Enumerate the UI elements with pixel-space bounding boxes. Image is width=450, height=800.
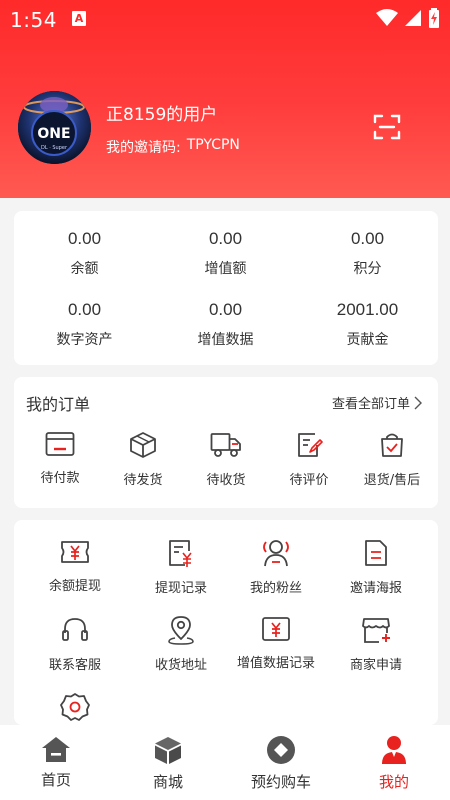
- user-icon: [382, 736, 406, 764]
- fans-icon: [263, 540, 289, 567]
- stat-value: 0.00: [350, 229, 385, 248]
- yuan-record-icon: [169, 540, 192, 567]
- username: 正8159的用户: [106, 105, 218, 125]
- wallet-icon: [45, 432, 75, 456]
- tool-shipping-address[interactable]: 收货地址: [128, 615, 234, 673]
- diamond-circle-icon: [267, 736, 295, 764]
- truck-icon: [210, 433, 241, 457]
- signal-icon: [405, 10, 421, 26]
- stat-added-value[interactable]: 0.00 增值额: [155, 229, 296, 278]
- settings-icon: [60, 693, 90, 721]
- review-icon: [298, 433, 323, 457]
- stat-label: 贡献金: [346, 332, 389, 348]
- stat-value: 0.00: [67, 300, 102, 319]
- scan-icon[interactable]: [373, 113, 401, 141]
- status-bar: 1:54 A: [0, 0, 450, 38]
- stat-value: 2001.00: [336, 300, 399, 319]
- yuan-ticket-icon: [61, 541, 89, 563]
- invite-code-row: 我的邀请码: TPYCPN: [106, 137, 240, 157]
- tab-home[interactable]: 首页: [0, 735, 112, 790]
- stat-digital-assets[interactable]: 0.00 数字资产: [14, 300, 155, 349]
- tab-reserve-car[interactable]: 预约购车: [225, 735, 337, 792]
- order-returns[interactable]: 退货/售后: [350, 431, 434, 488]
- tool-my-fans[interactable]: 我的粉丝: [223, 538, 329, 596]
- order-pending-shipment[interactable]: 待发货: [101, 431, 185, 488]
- headset-icon: [62, 618, 88, 641]
- order-label: 退货/售后: [363, 473, 421, 488]
- tool-withdraw-records[interactable]: 提现记录: [128, 538, 234, 596]
- status-icons: [376, 8, 440, 28]
- order-label: 待评价: [289, 473, 329, 488]
- tool-label: 收货地址: [154, 658, 207, 673]
- view-all-orders-label: 查看全部订单: [331, 397, 410, 412]
- tab-mall[interactable]: 商城: [112, 735, 224, 792]
- stat-added-data[interactable]: 0.00 增值数据: [155, 300, 296, 349]
- tool-label: 联系客服: [48, 658, 101, 673]
- tab-label: 商城: [152, 773, 183, 791]
- chevron-right-icon: [414, 396, 422, 409]
- tool-label: 商家申请: [349, 658, 402, 673]
- package-icon: [130, 432, 156, 458]
- bottom-tab-bar: 首页 商城 预约购车 我的: [0, 725, 450, 800]
- invite-label: 我的邀请码:: [106, 140, 181, 156]
- stats-card: 0.00 余额 0.00 增值额 0.00 积分 0.00 数字资产 0.00 …: [14, 211, 438, 365]
- status-time: 1:54: [10, 8, 57, 32]
- poster-icon: [365, 540, 387, 566]
- stat-label: 余额: [70, 261, 99, 277]
- tool-label: 邀请海报: [349, 581, 402, 596]
- tool-customer-service[interactable]: 联系客服: [22, 615, 128, 673]
- tab-label: 我的: [378, 773, 409, 791]
- return-bag-icon: [381, 433, 403, 457]
- orders-card: 我的订单 查看全部订单 待付款 待发货 待收货 待评价 退货/售后: [14, 377, 438, 508]
- stat-contribution[interactable]: 2001.00 贡献金: [297, 300, 438, 349]
- order-pending-review[interactable]: 待评价: [267, 431, 351, 488]
- stat-label: 积分: [353, 261, 382, 277]
- tool-label: 余额提现: [48, 579, 101, 594]
- stat-value: 0.00: [208, 300, 243, 319]
- order-label: 待发货: [123, 473, 163, 488]
- tab-label: 预约购车: [250, 773, 311, 791]
- stat-label: 数字资产: [56, 332, 113, 348]
- stat-label: 增值额: [204, 261, 247, 277]
- tool-withdraw[interactable]: 余额提现: [22, 538, 128, 594]
- cube-icon: [155, 737, 181, 764]
- tool-label: 提现记录: [154, 581, 207, 596]
- location-icon: [168, 616, 194, 645]
- invite-code[interactable]: TPYCPN: [187, 137, 240, 157]
- stat-label: 增值数据: [197, 332, 254, 348]
- home-icon: [42, 737, 70, 762]
- tab-mine[interactable]: 我的: [338, 735, 450, 792]
- stat-points[interactable]: 0.00 积分: [297, 229, 438, 278]
- svg-text:ONE: ONE: [37, 126, 70, 142]
- stat-value: 0.00: [208, 229, 243, 248]
- tool-label: 增值数据记录: [236, 656, 315, 671]
- view-all-orders-link[interactable]: 查看全部订单: [332, 393, 422, 412]
- notification-icon: A: [72, 11, 86, 26]
- store-apply-icon: [362, 618, 390, 643]
- tools-card: 余额提现 提现记录 我的粉丝 邀请海报 联系客服 收货地址 增值数据记录 商家申…: [14, 520, 438, 725]
- tool-invite-poster[interactable]: 邀请海报: [323, 538, 429, 596]
- battery-icon: [429, 8, 439, 28]
- tool-added-data-records[interactable]: 增值数据记录: [223, 615, 329, 671]
- wifi-icon: [376, 9, 398, 26]
- tab-label: 首页: [40, 771, 71, 789]
- order-pending-payment[interactable]: 待付款: [18, 431, 102, 486]
- svg-text:DL · Super: DL · Super: [41, 145, 68, 151]
- profile-header: 1:54 A ONE DL · Super 正8159的用户 我的邀请码: TP…: [0, 0, 450, 198]
- orders-title: 我的订单: [26, 395, 91, 414]
- yuan-card-icon: [262, 617, 290, 641]
- stat-value: 0.00: [67, 229, 102, 248]
- order-label: 待收货: [206, 473, 246, 488]
- tool-merchant-apply[interactable]: 商家申请: [323, 615, 429, 673]
- avatar[interactable]: ONE DL · Super: [18, 91, 91, 164]
- order-label: 待付款: [40, 471, 80, 486]
- tool-label: 我的粉丝: [249, 581, 302, 596]
- stat-balance[interactable]: 0.00 余额: [14, 229, 155, 278]
- order-pending-receipt[interactable]: 待收货: [184, 431, 268, 488]
